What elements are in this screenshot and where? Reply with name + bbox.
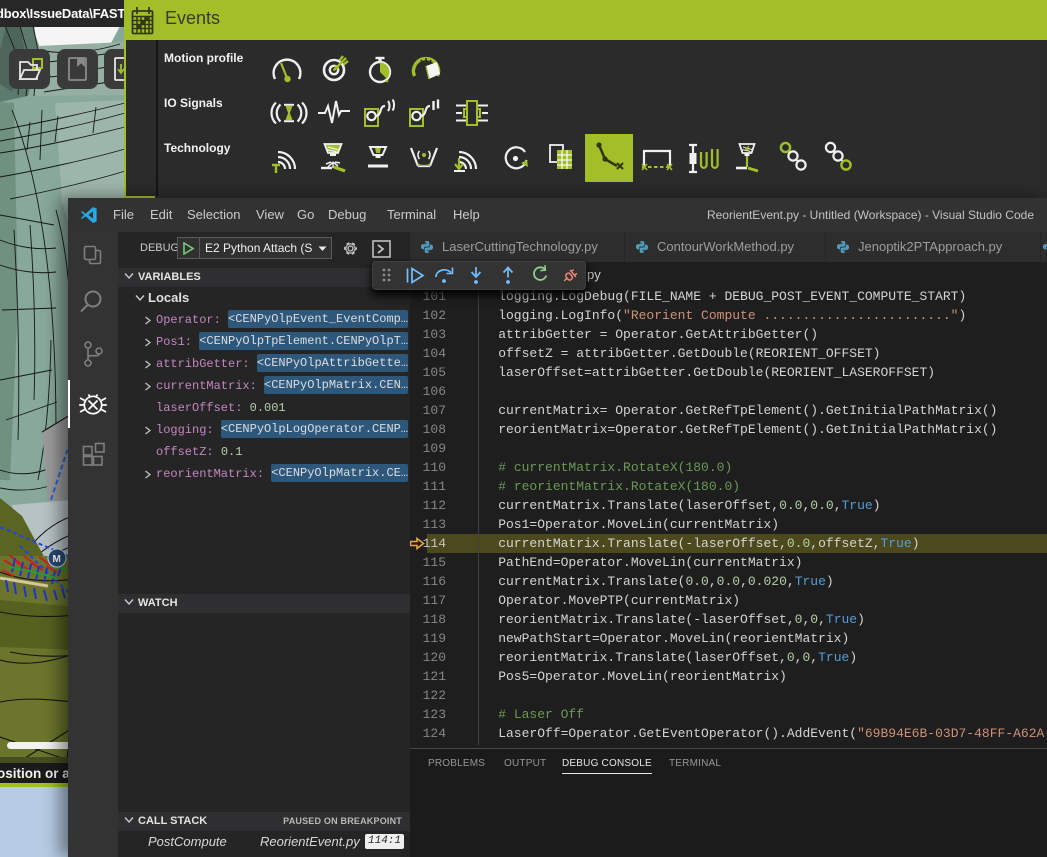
svg-text:M: M [53, 554, 61, 565]
svg-text:dbox\IssueData\FASTSU: dbox\IssueData\FASTSU [0, 6, 130, 21]
